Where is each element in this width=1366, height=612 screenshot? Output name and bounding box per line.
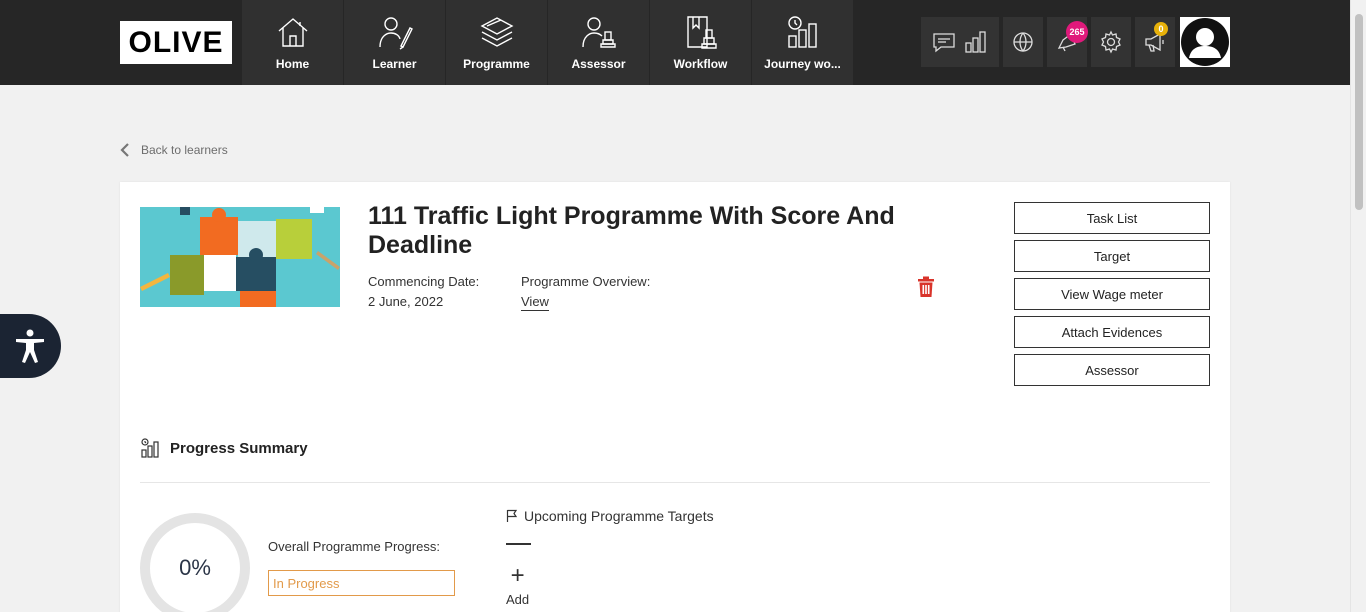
bar-chart-icon — [965, 31, 986, 53]
nav-item-journey[interactable]: Journey wo... — [752, 0, 853, 85]
assessor-icon — [581, 17, 616, 48]
commencing-date-value: 2 June, 2022 — [368, 294, 444, 309]
upcoming-targets-heading: Upcoming Programme Targets — [506, 508, 714, 524]
status-badge: In Progress — [268, 570, 455, 596]
chat-icon — [933, 33, 955, 53]
progress-ring: 0% — [140, 513, 250, 612]
learner-icon — [378, 17, 413, 50]
vertical-scrollbar[interactable] — [1350, 0, 1366, 612]
messages-reports-button[interactable] — [921, 17, 999, 67]
nav-label-journey: Journey wo... — [764, 57, 841, 71]
announcements-count-badge: 0 — [1154, 22, 1168, 36]
nav-label-programme: Programme — [463, 57, 530, 71]
overall-progress-label: Overall Programme Progress: — [268, 539, 440, 554]
home-icon — [278, 18, 307, 47]
nav-item-workflow[interactable]: Workflow — [650, 0, 751, 85]
language-button[interactable] — [1003, 17, 1043, 67]
notifications-count-badge: 265 — [1066, 21, 1088, 43]
toolbar: 265 0 — [921, 17, 1179, 67]
user-avatar[interactable] — [1180, 17, 1230, 67]
flag-icon — [506, 509, 518, 522]
delete-trash-icon[interactable] — [917, 276, 935, 298]
accessibility-icon — [15, 329, 44, 363]
progress-summary-heading: Progress Summary — [140, 438, 308, 458]
view-wage-meter-button[interactable]: View Wage meter — [1014, 278, 1210, 310]
workflow-icon — [686, 16, 717, 49]
nav-label-assessor: Assessor — [571, 57, 626, 71]
action-buttons: Task List Target View Wage meter Attach … — [1014, 202, 1210, 392]
assessor-button[interactable]: Assessor — [1014, 354, 1210, 386]
progress-percent: 0% — [179, 555, 211, 580]
task-list-button[interactable]: Task List — [1014, 202, 1210, 234]
main-nav: Home Learner Programme Assessor Workflow — [242, 0, 854, 85]
nav-item-assessor[interactable]: Assessor — [548, 0, 649, 85]
top-navigation-bar: OLIVE Home Learner Programme Assessor Wo… — [0, 0, 1350, 85]
programme-thumbnail — [140, 207, 340, 307]
nav-item-home[interactable]: Home — [242, 0, 343, 85]
plus-icon: + — [510, 562, 525, 589]
chevron-left-icon — [120, 143, 129, 157]
nav-label-home: Home — [275, 57, 310, 71]
announcements-button[interactable]: 0 — [1135, 17, 1175, 67]
progress-summary-title: Progress Summary — [170, 439, 308, 457]
settings-button[interactable] — [1091, 17, 1131, 67]
programme-icon — [480, 17, 513, 47]
user-avatar-icon — [1181, 18, 1229, 66]
puzzle-image — [140, 207, 340, 307]
back-link-label: Back to learners — [141, 143, 228, 157]
nav-label-workflow: Workflow — [673, 57, 728, 71]
upcoming-targets-title: Upcoming Programme Targets — [524, 508, 714, 524]
nav-label-learner: Learner — [372, 57, 417, 71]
accessibility-button[interactable] — [0, 314, 61, 378]
scrollbar-thumb[interactable] — [1355, 14, 1363, 210]
add-target-label: Add — [506, 592, 530, 607]
notifications-button[interactable]: 265 — [1047, 17, 1088, 67]
programme-card: 111 Traffic Light Programme With Score A… — [120, 182, 1230, 612]
target-button[interactable]: Target — [1014, 240, 1210, 272]
programme-overview-view-link[interactable]: View — [521, 294, 549, 311]
programme-overview-label: Programme Overview: — [521, 274, 651, 289]
empty-targets-dash — [506, 543, 531, 545]
commencing-date-label: Commencing Date: — [368, 274, 480, 289]
nav-item-learner[interactable]: Learner — [344, 0, 445, 85]
globe-icon — [1013, 32, 1033, 53]
add-target-button[interactable]: + Add — [506, 562, 530, 608]
journey-icon — [787, 16, 817, 48]
gear-icon — [1101, 30, 1121, 54]
attach-evidences-button[interactable]: Attach Evidences — [1014, 316, 1210, 348]
olive-logo[interactable]: OLIVE — [120, 21, 232, 64]
nav-item-programme[interactable]: Programme — [446, 0, 547, 85]
progress-summary-icon — [141, 438, 159, 458]
section-divider — [140, 482, 1210, 483]
back-to-learners-link[interactable]: Back to learners — [119, 142, 228, 158]
programme-title: 111 Traffic Light Programme With Score A… — [368, 202, 895, 259]
